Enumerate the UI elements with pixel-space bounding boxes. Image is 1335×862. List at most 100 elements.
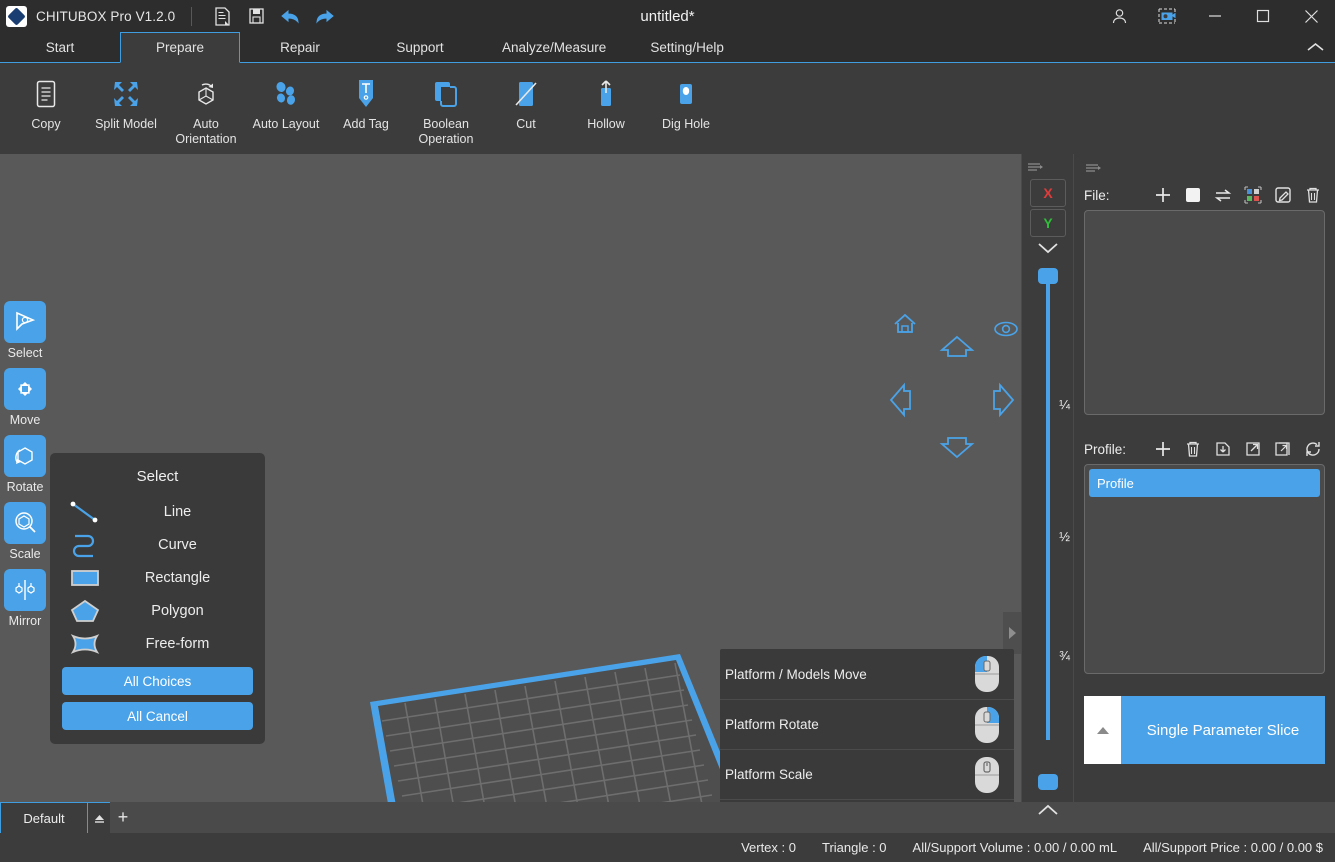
mirror-icon — [4, 569, 46, 611]
new-file-icon[interactable] — [205, 0, 239, 32]
tool-select[interactable]: Select — [4, 301, 46, 360]
ribbon-cut[interactable]: Cut — [486, 63, 566, 132]
ribbon-auto-layout[interactable]: Auto Layout — [246, 63, 326, 132]
plate-eject-icon[interactable] — [88, 802, 110, 833]
right-panel-grip-icon[interactable] — [1084, 154, 1325, 180]
ribbon-split-model[interactable]: Split Model — [86, 63, 166, 132]
delete-file-icon[interactable] — [1301, 183, 1325, 207]
select-option-free-form[interactable]: Free-form — [62, 627, 253, 660]
mouse-hint-label: Platform / Models Move — [725, 667, 956, 682]
panel-collapse-handle[interactable] — [1003, 612, 1021, 654]
select-cursor-icon — [4, 301, 46, 343]
cut-icon — [513, 73, 539, 115]
edit-file-icon[interactable] — [1271, 183, 1295, 207]
slider-collapse-up-icon[interactable] — [1022, 804, 1074, 816]
plate-tab-default[interactable]: Default — [0, 802, 88, 833]
maximize-button[interactable] — [1239, 0, 1287, 32]
ribbon-label: Hollow — [587, 117, 625, 132]
ribbon-auto-orientation[interactable]: Auto Orientation — [166, 63, 246, 147]
file-list[interactable] — [1084, 210, 1325, 415]
main-area: Z X Y 20 mm — [0, 154, 1335, 802]
tab-setting-help[interactable]: Setting/Help — [628, 32, 746, 62]
mouse-hint-label: Platform Rotate — [725, 717, 956, 732]
slider-axis-x-button[interactable]: X — [1030, 179, 1066, 207]
slider-fraction-half: ½ — [1059, 529, 1070, 544]
tab-repair[interactable]: Repair — [240, 32, 360, 62]
minimize-button[interactable] — [1191, 0, 1239, 32]
reset-profile-icon[interactable] — [1301, 437, 1325, 461]
home-view-icon[interactable] — [892, 312, 918, 341]
status-triangle: Triangle : 0 — [822, 840, 887, 855]
select-option-rectangle[interactable]: Rectangle — [62, 561, 253, 594]
select-option-label: Curve — [108, 537, 253, 553]
view-right-arrow-icon[interactable] — [990, 382, 1016, 423]
ribbon-boolean-operation[interactable]: Boolean Operation — [406, 63, 486, 147]
ribbon-add-tag[interactable]: Add Tag — [326, 63, 406, 132]
z-slider-column: X Y ¼ ½ ¾ — [1021, 154, 1073, 802]
add-profile-icon[interactable] — [1151, 437, 1175, 461]
ribbon-copy[interactable]: Copy — [6, 63, 86, 132]
single-parameter-slice-button[interactable]: Single Parameter Slice — [1121, 696, 1325, 764]
ribbon-dig-hole[interactable]: Dig Hole — [646, 63, 726, 132]
tab-analyze-measure[interactable]: Analyze/Measure — [480, 32, 628, 62]
select-option-line[interactable]: Line — [62, 495, 253, 528]
tool-label: Move — [10, 413, 41, 427]
select-option-polygon[interactable]: Polygon — [62, 594, 253, 627]
profile-list-item[interactable]: Profile — [1089, 469, 1320, 497]
all-cancel-button[interactable]: All Cancel — [62, 702, 253, 730]
all-choices-button[interactable]: All Choices — [62, 667, 253, 695]
mouse-hint-row[interactable]: Models Rotate x2 — [720, 799, 1014, 802]
collapse-ribbon-chevron-icon[interactable] — [1295, 32, 1335, 62]
dig-hole-icon — [674, 73, 698, 115]
3d-viewport[interactable]: Z X Y 20 mm — [0, 154, 1021, 802]
view-up-arrow-icon[interactable] — [939, 334, 975, 365]
save-icon[interactable] — [239, 0, 273, 32]
tab-support[interactable]: Support — [360, 32, 480, 62]
z-slider-top-handle[interactable] — [1038, 268, 1058, 284]
tool-label: Scale — [9, 547, 40, 561]
slice-options-expand-button[interactable] — [1084, 696, 1121, 764]
undo-icon[interactable] — [273, 0, 307, 32]
export-profile-icon[interactable] — [1241, 437, 1265, 461]
tool-rotate[interactable]: Rotate — [4, 435, 46, 494]
eye-visibility-icon[interactable] — [993, 320, 1019, 343]
screenshot-icon[interactable] — [1143, 0, 1191, 32]
profile-list[interactable]: Profile — [1084, 464, 1325, 674]
swap-icon[interactable] — [1211, 183, 1235, 207]
add-plate-button[interactable]: + — [110, 802, 136, 833]
title-bar: CHITUBOX Pro V1.2.0 untitled* — [0, 0, 1335, 32]
delete-profile-icon[interactable] — [1181, 437, 1205, 461]
tab-prepare[interactable]: Prepare — [120, 32, 240, 63]
select-option-label: Line — [108, 504, 253, 520]
slider-axis-y-button[interactable]: Y — [1030, 209, 1066, 237]
tab-start[interactable]: Start — [0, 32, 120, 62]
mouse-hint-row[interactable]: Platform Scale — [720, 749, 1014, 799]
mouse-hint-row[interactable]: Platform Rotate — [720, 699, 1014, 749]
tool-scale[interactable]: Scale — [4, 502, 46, 561]
slider-fraction-quarter: ¼ — [1059, 397, 1070, 412]
close-button[interactable] — [1287, 0, 1335, 32]
slider-expand-down-icon[interactable] — [1022, 242, 1074, 254]
mouse-hint-row[interactable]: Platform / Models Move — [720, 649, 1014, 699]
tool-mirror[interactable]: Mirror — [4, 569, 46, 628]
z-slider-track[interactable] — [1046, 274, 1050, 740]
z-slider-bottom-handle[interactable] — [1038, 774, 1058, 790]
tool-move[interactable]: Move — [4, 368, 46, 427]
mouse-left-button-icon — [966, 654, 1008, 694]
profile-section-header: Profile: — [1084, 434, 1325, 464]
save-as-profile-icon[interactable] — [1271, 437, 1295, 461]
ribbon-hollow[interactable]: Hollow — [566, 63, 646, 132]
plate-swatch-icon[interactable] — [1181, 183, 1205, 207]
panel-grip-icon[interactable] — [1028, 159, 1044, 177]
view-left-arrow-icon[interactable] — [888, 382, 914, 423]
import-profile-icon[interactable] — [1211, 437, 1235, 461]
add-file-icon[interactable] — [1151, 183, 1175, 207]
select-popup: Select Line Curve Rectangle — [50, 453, 265, 744]
select-option-label: Free-form — [108, 636, 253, 652]
view-down-arrow-icon[interactable] — [939, 434, 975, 465]
ribbon-label: Auto Layout — [253, 117, 320, 132]
account-icon[interactable] — [1095, 0, 1143, 32]
color-grid-icon[interactable] — [1241, 183, 1265, 207]
redo-icon[interactable] — [307, 0, 341, 32]
select-option-curve[interactable]: Curve — [62, 528, 253, 561]
